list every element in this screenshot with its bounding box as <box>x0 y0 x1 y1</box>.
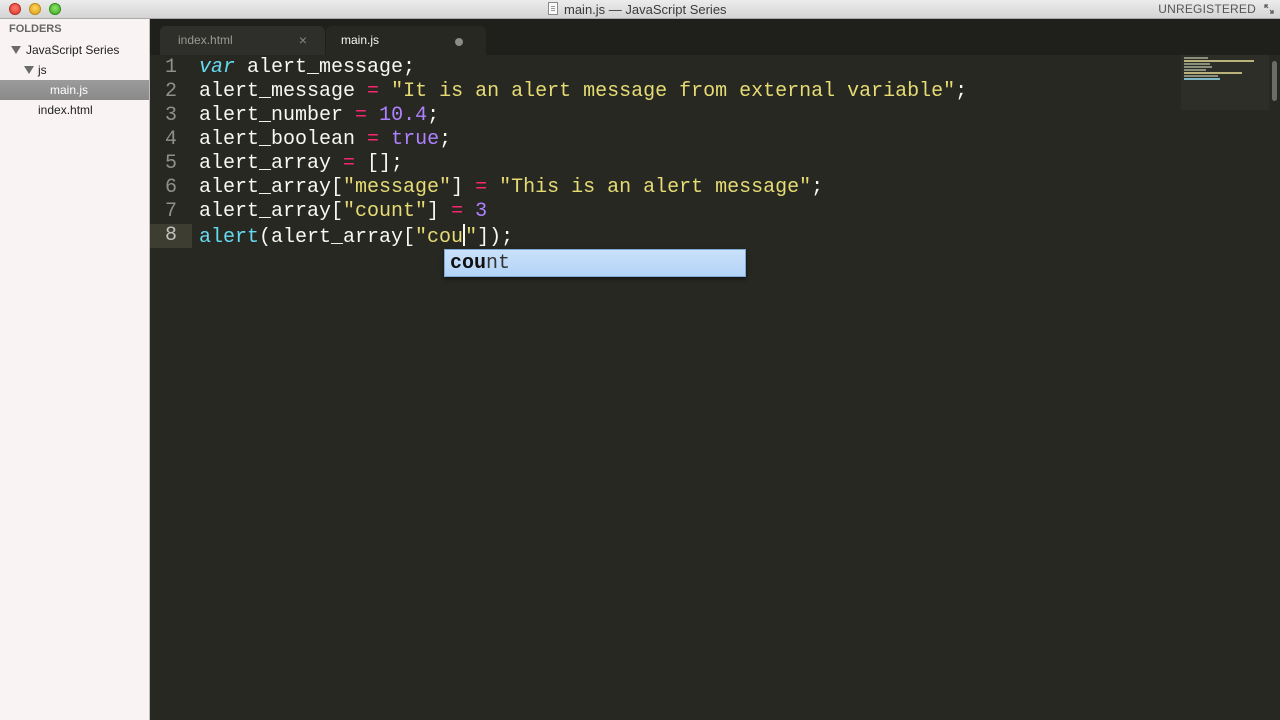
sidebar-item-label: js <box>38 63 47 77</box>
code-line-3[interactable]: alert_number = 10.4; <box>199 104 439 128</box>
disclosure-open-icon[interactable] <box>24 66 34 74</box>
code-line-7[interactable]: alert_array["count"] = 3 <box>199 200 487 224</box>
minimap-line <box>1184 69 1206 71</box>
sidebar-item-js[interactable]: js <box>0 60 149 80</box>
line-number: 2 <box>164 80 177 103</box>
zoom-window-icon[interactable] <box>49 3 61 15</box>
close-window-icon[interactable] <box>9 3 21 15</box>
unsaved-dot-icon[interactable] <box>455 38 463 46</box>
code-line-4[interactable]: alert_boolean = true; <box>199 128 451 152</box>
line-number: 5 <box>164 152 177 175</box>
tab-index-html[interactable]: index.html × <box>160 26 325 55</box>
tab-label: index.html <box>178 33 233 47</box>
folders-heading: FOLDERS <box>9 23 62 35</box>
code-line-2[interactable]: alert_message = "It is an alert message … <box>199 80 967 104</box>
fullscreen-icon[interactable] <box>1264 4 1274 14</box>
line-number: 6 <box>164 176 177 199</box>
tab-main-js[interactable]: main.js <box>326 26 486 55</box>
minimap-line <box>1184 63 1210 65</box>
sidebar-item-label: main.js <box>50 83 89 97</box>
text-cursor <box>463 224 466 246</box>
sidebar-item-main-js[interactable]: main.js <box>0 80 149 100</box>
minimap-line <box>1184 60 1254 62</box>
sidebar-item-javascript-series[interactable]: JavaScript Series <box>0 40 149 60</box>
code-line-1[interactable]: var alert_message; <box>199 56 415 80</box>
autocomplete-popup[interactable]: count <box>444 249 746 277</box>
title-bar: main.js — JavaScript Series UNREGISTERED <box>0 0 1280 19</box>
window-title: main.js — JavaScript Series <box>564 2 727 17</box>
autocomplete-suggestion[interactable]: count <box>450 252 510 276</box>
code-line-6[interactable]: alert_array["message"] = "This is an ale… <box>199 176 823 200</box>
minimize-window-icon[interactable] <box>29 3 41 15</box>
minimap-line <box>1184 57 1208 59</box>
line-number: 4 <box>164 128 177 151</box>
tab-label: main.js <box>341 33 380 47</box>
sidebar-item-index-html[interactable]: index.html <box>0 100 149 120</box>
sidebar: FOLDERS JavaScript Series js main.js ind… <box>0 19 150 720</box>
line-number: 1 <box>164 56 177 79</box>
code-line-5[interactable]: alert_array = []; <box>199 152 403 176</box>
vertical-scrollbar[interactable] <box>1269 55 1280 720</box>
close-icon[interactable]: × <box>299 32 307 48</box>
minimap[interactable] <box>1181 55 1269 110</box>
minimap-line <box>1184 78 1220 80</box>
line-number-current: 8 <box>150 224 192 248</box>
scroll-thumb[interactable] <box>1272 61 1277 101</box>
line-number: 3 <box>164 104 177 127</box>
code-editor[interactable]: 1 2 3 4 5 6 7 8 var alert_message; alert… <box>150 55 1280 720</box>
tab-bar: index.html × main.js <box>150 19 1280 55</box>
autocomplete-rest: nt <box>486 252 511 275</box>
autocomplete-typed: cou <box>450 252 487 275</box>
minimap-line <box>1184 75 1218 77</box>
registration-status: UNREGISTERED <box>1158 2 1256 16</box>
code-line-8[interactable]: alert(alert_array["cou "]); <box>199 224 513 249</box>
minimap-line <box>1184 66 1212 68</box>
line-number: 7 <box>164 200 177 223</box>
disclosure-open-icon[interactable] <box>11 46 21 54</box>
sidebar-item-label: JavaScript Series <box>26 43 120 57</box>
sidebar-item-label: index.html <box>38 103 93 117</box>
minimap-line <box>1184 72 1242 74</box>
document-icon <box>548 2 558 15</box>
